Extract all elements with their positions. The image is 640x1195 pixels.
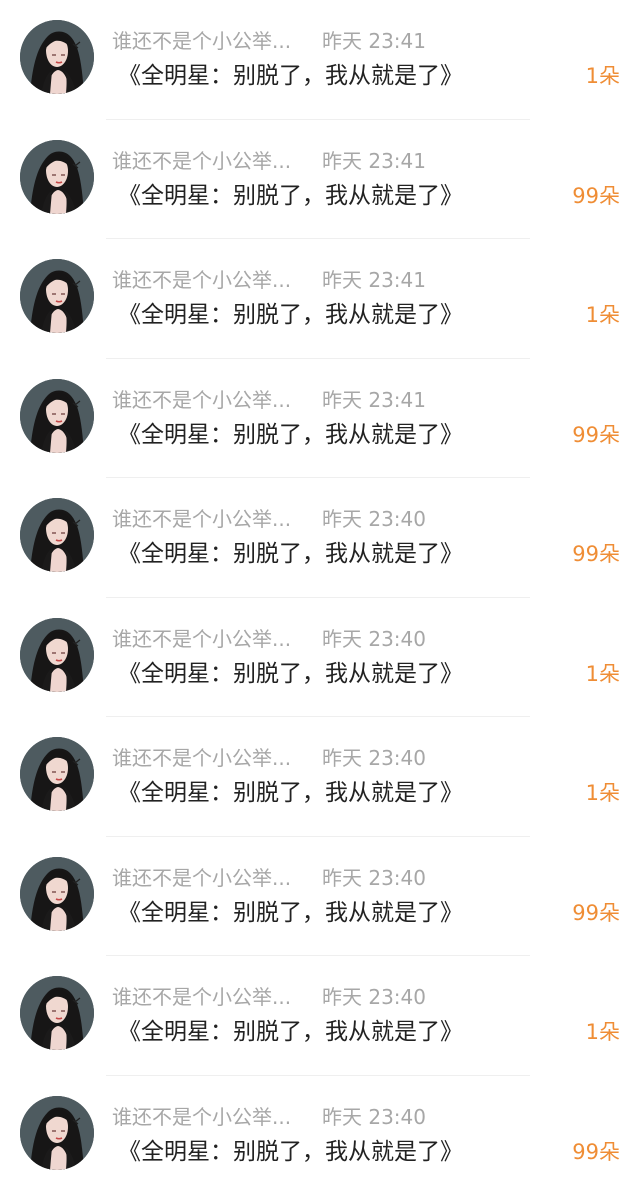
message-text: 《全明星：别脱了，我从就是了》 [118, 897, 463, 929]
avatar[interactable] [20, 976, 94, 1050]
list-item[interactable]: 谁还不是个小公举... 昨天 23:40 《全明星：别脱了，我从就是了》 1朵 [0, 598, 640, 718]
list-item[interactable]: 谁还不是个小公举... 昨天 23:41 《全明星：别脱了，我从就是了》 1朵 [0, 239, 640, 359]
list-item[interactable]: 谁还不是个小公举... 昨天 23:40 《全明星：别脱了，我从就是了》 99朵 [0, 478, 640, 598]
sender-name[interactable]: 谁还不是个小公举... [112, 984, 302, 1010]
message-text: 《全明星：别脱了，我从就是了》 [118, 60, 463, 92]
gift-count: 99朵 [572, 419, 620, 451]
sender-name[interactable]: 谁还不是个小公举... [112, 1104, 302, 1130]
avatar[interactable] [20, 259, 94, 333]
avatar[interactable] [20, 140, 94, 214]
sender-name[interactable]: 谁还不是个小公举... [112, 506, 302, 532]
list-item[interactable]: 谁还不是个小公举... 昨天 23:40 《全明星：别脱了，我从就是了》 99朵 [0, 837, 640, 957]
timestamp: 昨天 23:41 [322, 28, 426, 54]
sender-name[interactable]: 谁还不是个小公举... [112, 148, 302, 174]
timestamp: 昨天 23:41 [322, 148, 426, 174]
sender-name[interactable]: 谁还不是个小公举... [112, 865, 302, 891]
gift-count: 99朵 [572, 897, 620, 929]
message-text: 《全明星：别脱了，我从就是了》 [118, 1136, 463, 1168]
list-item[interactable]: 谁还不是个小公举... 昨天 23:41 《全明星：别脱了，我从就是了》 99朵 [0, 359, 640, 479]
sender-name[interactable]: 谁还不是个小公举... [112, 387, 302, 413]
avatar[interactable] [20, 498, 94, 572]
sender-name[interactable]: 谁还不是个小公举... [112, 267, 302, 293]
gift-count: 1朵 [586, 658, 620, 690]
timestamp: 昨天 23:40 [322, 1104, 426, 1130]
gift-count: 99朵 [572, 538, 620, 570]
list-item[interactable]: 谁还不是个小公举... 昨天 23:40 《全明星：别脱了，我从就是了》 99朵 [0, 1076, 640, 1195]
gift-count: 99朵 [572, 180, 620, 212]
sender-name[interactable]: 谁还不是个小公举... [112, 28, 302, 54]
list-item[interactable]: 谁还不是个小公举... 昨天 23:40 《全明星：别脱了，我从就是了》 1朵 [0, 717, 640, 837]
gift-record-list[interactable]: 谁还不是个小公举... 昨天 23:41 《全明星：别脱了，我从就是了》 1朵 … [0, 0, 640, 1194]
timestamp: 昨天 23:40 [322, 506, 426, 532]
avatar[interactable] [20, 1096, 94, 1170]
timestamp: 昨天 23:41 [322, 387, 426, 413]
avatar[interactable] [20, 857, 94, 931]
sender-name[interactable]: 谁还不是个小公举... [112, 626, 302, 652]
timestamp: 昨天 23:40 [322, 984, 426, 1010]
gift-count: 1朵 [586, 60, 620, 92]
message-text: 《全明星：别脱了，我从就是了》 [118, 538, 463, 570]
message-text: 《全明星：别脱了，我从就是了》 [118, 777, 463, 809]
gift-count: 1朵 [586, 777, 620, 809]
timestamp: 昨天 23:40 [322, 745, 426, 771]
avatar[interactable] [20, 737, 94, 811]
avatar[interactable] [20, 20, 94, 94]
message-text: 《全明星：别脱了，我从就是了》 [118, 658, 463, 690]
message-text: 《全明星：别脱了，我从就是了》 [118, 299, 463, 331]
message-text: 《全明星：别脱了，我从就是了》 [118, 180, 463, 212]
list-item[interactable]: 谁还不是个小公举... 昨天 23:40 《全明星：别脱了，我从就是了》 1朵 [0, 956, 640, 1076]
list-item[interactable]: 谁还不是个小公举... 昨天 23:41 《全明星：别脱了，我从就是了》 1朵 [0, 0, 640, 120]
sender-name[interactable]: 谁还不是个小公举... [112, 745, 302, 771]
timestamp: 昨天 23:41 [322, 267, 426, 293]
list-item[interactable]: 谁还不是个小公举... 昨天 23:41 《全明星：别脱了，我从就是了》 99朵 [0, 120, 640, 240]
message-text: 《全明星：别脱了，我从就是了》 [118, 1016, 463, 1048]
gift-count: 99朵 [572, 1136, 620, 1168]
avatar[interactable] [20, 379, 94, 453]
gift-count: 1朵 [586, 1016, 620, 1048]
timestamp: 昨天 23:40 [322, 626, 426, 652]
message-text: 《全明星：别脱了，我从就是了》 [118, 419, 463, 451]
timestamp: 昨天 23:40 [322, 865, 426, 891]
gift-count: 1朵 [586, 299, 620, 331]
avatar[interactable] [20, 618, 94, 692]
